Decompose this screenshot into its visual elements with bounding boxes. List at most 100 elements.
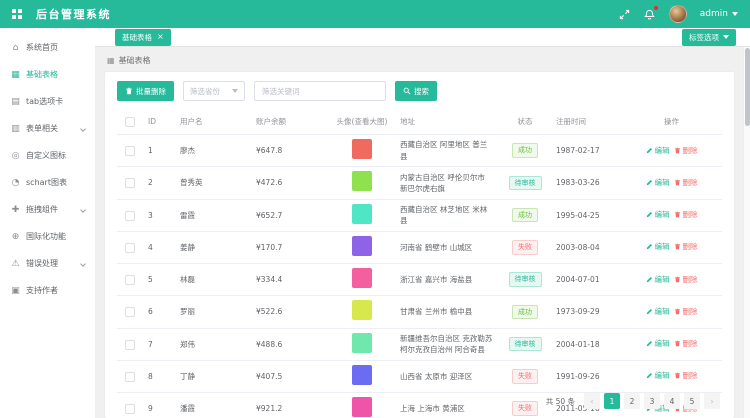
delete-button[interactable]: 删除 xyxy=(672,370,700,381)
cell-balance: ¥170.7 xyxy=(251,231,329,263)
pagination-prev-button[interactable]: ‹ xyxy=(584,393,600,409)
edit-button[interactable]: 编辑 xyxy=(644,338,672,349)
toolbar: 批量删除 筛选省份 搜索 xyxy=(117,81,722,101)
cell-username: 郑伟 xyxy=(175,328,251,360)
edit-button[interactable]: 编辑 xyxy=(644,241,672,252)
i18n-icon: ⊕ xyxy=(10,232,21,242)
delete-button[interactable]: 删除 xyxy=(672,274,700,285)
edit-icon xyxy=(646,372,653,379)
pagination-page-2[interactable]: 2 xyxy=(624,393,640,409)
sidebar-item-form[interactable]: ▥表单相关 xyxy=(0,115,95,142)
sidebar-item-home[interactable]: ⌂系统首页 xyxy=(0,34,95,61)
cell-address: 西藏自治区 阿里地区 普兰县 xyxy=(395,135,499,167)
sidebar-item-error[interactable]: ⚠错误处理 xyxy=(0,250,95,277)
cell-address: 浙江省 嘉兴市 海盐县 xyxy=(395,264,499,296)
pagination-next-button[interactable]: › xyxy=(704,393,720,409)
sidebar-item-label: 基础表格 xyxy=(26,69,58,80)
user-avatar-thumbnail[interactable] xyxy=(352,365,372,385)
pagination-pages: 12345 xyxy=(604,393,700,409)
sidebar-item-label: 拖拽组件 xyxy=(26,204,58,215)
user-avatar-thumbnail[interactable] xyxy=(352,236,372,256)
table-icon: ▦ xyxy=(10,70,21,80)
row-checkbox[interactable] xyxy=(125,211,135,221)
sidebar-item-custom[interactable]: ◎自定义图标 xyxy=(0,142,95,169)
column-header: 注册时间 xyxy=(551,109,621,135)
sidebar-item-table[interactable]: ▦ 基础表格 xyxy=(0,61,95,88)
keyword-input[interactable] xyxy=(254,81,386,101)
cell-status: 待审核 xyxy=(499,264,551,296)
row-checkbox[interactable] xyxy=(125,340,135,350)
trash-icon xyxy=(674,276,681,283)
cell-register-date: 1987-02-17 xyxy=(551,135,621,167)
select-all-checkbox[interactable] xyxy=(125,117,135,127)
delete-button[interactable]: 删除 xyxy=(672,145,700,156)
status-badge: 失败 xyxy=(512,240,538,254)
sidebar-item-tabs[interactable]: ▤tab选项卡 xyxy=(0,88,95,115)
edit-button[interactable]: 编辑 xyxy=(644,370,672,381)
tag-options-button[interactable]: 标签选项 xyxy=(682,29,736,46)
column-header: 状态 xyxy=(499,109,551,135)
tab-basic-table[interactable]: 基础表格 × xyxy=(115,29,171,46)
status-badge: 待审核 xyxy=(509,337,542,351)
delete-button[interactable]: 删除 xyxy=(672,177,700,188)
sidebar-item-drag[interactable]: ✚拖拽组件 xyxy=(0,196,95,223)
delete-button[interactable]: 删除 xyxy=(672,306,700,317)
table-row: 4姜静¥170.7河南省 鹤壁市 山城区失败2003-08-04编辑删除 xyxy=(117,231,722,263)
delete-button[interactable]: 删除 xyxy=(672,209,700,220)
delete-button[interactable]: 删除 xyxy=(672,338,700,349)
cell-balance: ¥522.6 xyxy=(251,296,329,328)
user-avatar-thumbnail[interactable] xyxy=(352,300,372,320)
search-button[interactable]: 搜索 xyxy=(395,81,437,101)
user-avatar-thumbnail[interactable] xyxy=(352,204,372,224)
edit-icon xyxy=(646,243,653,250)
sidebar-item-label: 表单相关 xyxy=(26,123,58,134)
cell-balance: ¥334.4 xyxy=(251,264,329,296)
fullscreen-icon[interactable] xyxy=(619,8,631,20)
cell-address: 甘肃省 兰州市 榆中县 xyxy=(395,296,499,328)
row-checkbox[interactable] xyxy=(125,307,135,317)
close-icon[interactable]: × xyxy=(157,33,164,41)
user-avatar-thumbnail[interactable] xyxy=(352,333,372,353)
cell-actions: 编辑删除 xyxy=(621,328,722,360)
edit-button[interactable]: 编辑 xyxy=(644,274,672,285)
scrollbar[interactable] xyxy=(743,47,750,418)
sidebar-item-i18n[interactable]: ⊕国际化功能 xyxy=(0,223,95,250)
user-avatar-thumbnail[interactable] xyxy=(352,171,372,191)
row-checkbox[interactable] xyxy=(125,275,135,285)
pagination-page-5[interactable]: 5 xyxy=(684,393,700,409)
edit-button[interactable]: 编辑 xyxy=(644,209,672,220)
scrollbar-thumb[interactable] xyxy=(745,48,750,126)
edit-button[interactable]: 编辑 xyxy=(644,145,672,156)
row-checkbox-cell xyxy=(117,328,143,360)
edit-button[interactable]: 编辑 xyxy=(644,306,672,317)
row-checkbox[interactable] xyxy=(125,178,135,188)
tag-options-label: 标签选项 xyxy=(689,32,719,43)
edit-button[interactable]: 编辑 xyxy=(644,177,672,188)
sidebar-item-chart[interactable]: ◔schart图表 xyxy=(0,169,95,196)
trash-icon xyxy=(674,372,681,379)
cell-username: 曾秀英 xyxy=(175,167,251,199)
pagination-page-3[interactable]: 3 xyxy=(644,393,660,409)
chevron-down-icon xyxy=(732,12,738,16)
sidebar-item-donate[interactable]: ▣支持作者 xyxy=(0,277,95,304)
breadcrumb-label: 基础表格 xyxy=(119,55,151,66)
bell-icon[interactable] xyxy=(644,8,656,20)
province-select[interactable]: 筛选省份 xyxy=(183,81,245,101)
user-menu[interactable]: admin xyxy=(700,9,738,19)
username: admin xyxy=(700,9,728,19)
table-row: 1廖杰¥647.8西藏自治区 阿里地区 普兰县成功1987-02-17编辑删除 xyxy=(117,135,722,167)
edit-label: 编辑 xyxy=(655,241,670,252)
delete-label: 删除 xyxy=(683,274,698,285)
row-checkbox[interactable] xyxy=(125,372,135,382)
user-avatar-thumbnail[interactable] xyxy=(352,268,372,288)
delete-button[interactable]: 删除 xyxy=(672,241,700,252)
user-avatar[interactable] xyxy=(669,5,687,23)
table-row: 3雷霞¥652.7西藏自治区 林芝地区 米林县成功1995-04-25编辑删除 xyxy=(117,199,722,231)
pagination-page-4[interactable]: 4 xyxy=(664,393,680,409)
row-checkbox[interactable] xyxy=(125,146,135,156)
pagination-page-1[interactable]: 1 xyxy=(604,393,620,409)
user-avatar-thumbnail[interactable] xyxy=(352,139,372,159)
batch-delete-button[interactable]: 批量删除 xyxy=(117,81,174,101)
row-checkbox[interactable] xyxy=(125,243,135,253)
collapse-menu-icon[interactable] xyxy=(12,9,22,19)
